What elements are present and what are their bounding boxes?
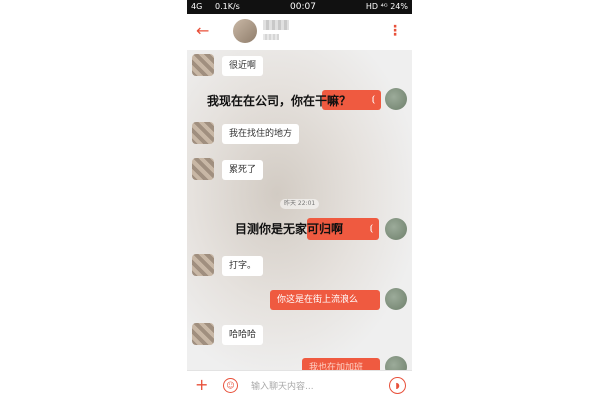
message-input[interactable]: 输入聊天内容... <box>251 379 314 392</box>
message-bubble-right: 我也在加加班 <box>302 358 380 370</box>
chat-area[interactable]: 很近啊 ⦅ 我现在在公司，你在干嘛？ 我在找住的地方 累死了 昨天 22:01 … <box>187 50 412 370</box>
voice-wave-icon: ⦅ <box>371 94 375 105</box>
message-bubble-left: 打字。 <box>222 256 264 276</box>
contact-avatar-small[interactable] <box>192 254 214 276</box>
contact-avatar-small[interactable] <box>192 122 214 144</box>
message-bubble-right: 你这是在街上流浪么 <box>270 290 380 310</box>
back-arrow-icon[interactable]: ← <box>196 21 209 41</box>
caption-overlay: 我现在在公司，你在干嘛？ <box>207 94 352 108</box>
contact-name-blurred <box>263 20 289 30</box>
plus-icon[interactable]: + <box>195 375 208 395</box>
chat-header: ← ⋮ <box>187 14 412 51</box>
contact-avatar-small[interactable] <box>192 54 214 76</box>
contact-avatar[interactable] <box>233 19 257 43</box>
message-bubble-left: 累死了 <box>222 160 264 180</box>
network-speed: 0.1K/s <box>215 2 240 11</box>
network-indicator: 4G <box>191 2 203 11</box>
emoji-icon[interactable]: ☺ <box>223 378 238 393</box>
my-avatar[interactable] <box>385 288 407 310</box>
voice-icon[interactable]: ◗ <box>389 377 406 394</box>
voice-wave-icon: ⦅ <box>369 223 373 234</box>
contact-subtitle-blurred <box>263 34 279 40</box>
contact-avatar-small[interactable] <box>192 323 214 345</box>
contact-avatar-small[interactable] <box>192 158 214 180</box>
status-bar: 4G 0.1K/s 00:07 HD ⁴ᴳ 24% <box>187 0 412 14</box>
clock: 00:07 <box>290 2 316 12</box>
phone-screen: 4G 0.1K/s 00:07 HD ⁴ᴳ 24% ← ⋮ 很近啊 ⦅ 我现在在… <box>187 0 412 400</box>
message-bubble-left: 哈哈哈 <box>222 325 264 345</box>
more-vert-icon[interactable]: ⋮ <box>388 22 402 40</box>
my-avatar[interactable] <box>385 218 407 240</box>
chat-timestamp: 昨天 22:01 <box>280 199 320 209</box>
battery-status: HD ⁴ᴳ 24% <box>365 2 408 11</box>
message-bubble-left: 很近啊 <box>222 56 264 76</box>
caption-overlay: 目测你是无家可归啊 <box>235 222 344 236</box>
message-bubble-left: 我在找住的地方 <box>222 124 300 144</box>
my-avatar[interactable] <box>385 88 407 110</box>
input-bar: + ☺ 输入聊天内容... ◗ <box>187 370 412 400</box>
